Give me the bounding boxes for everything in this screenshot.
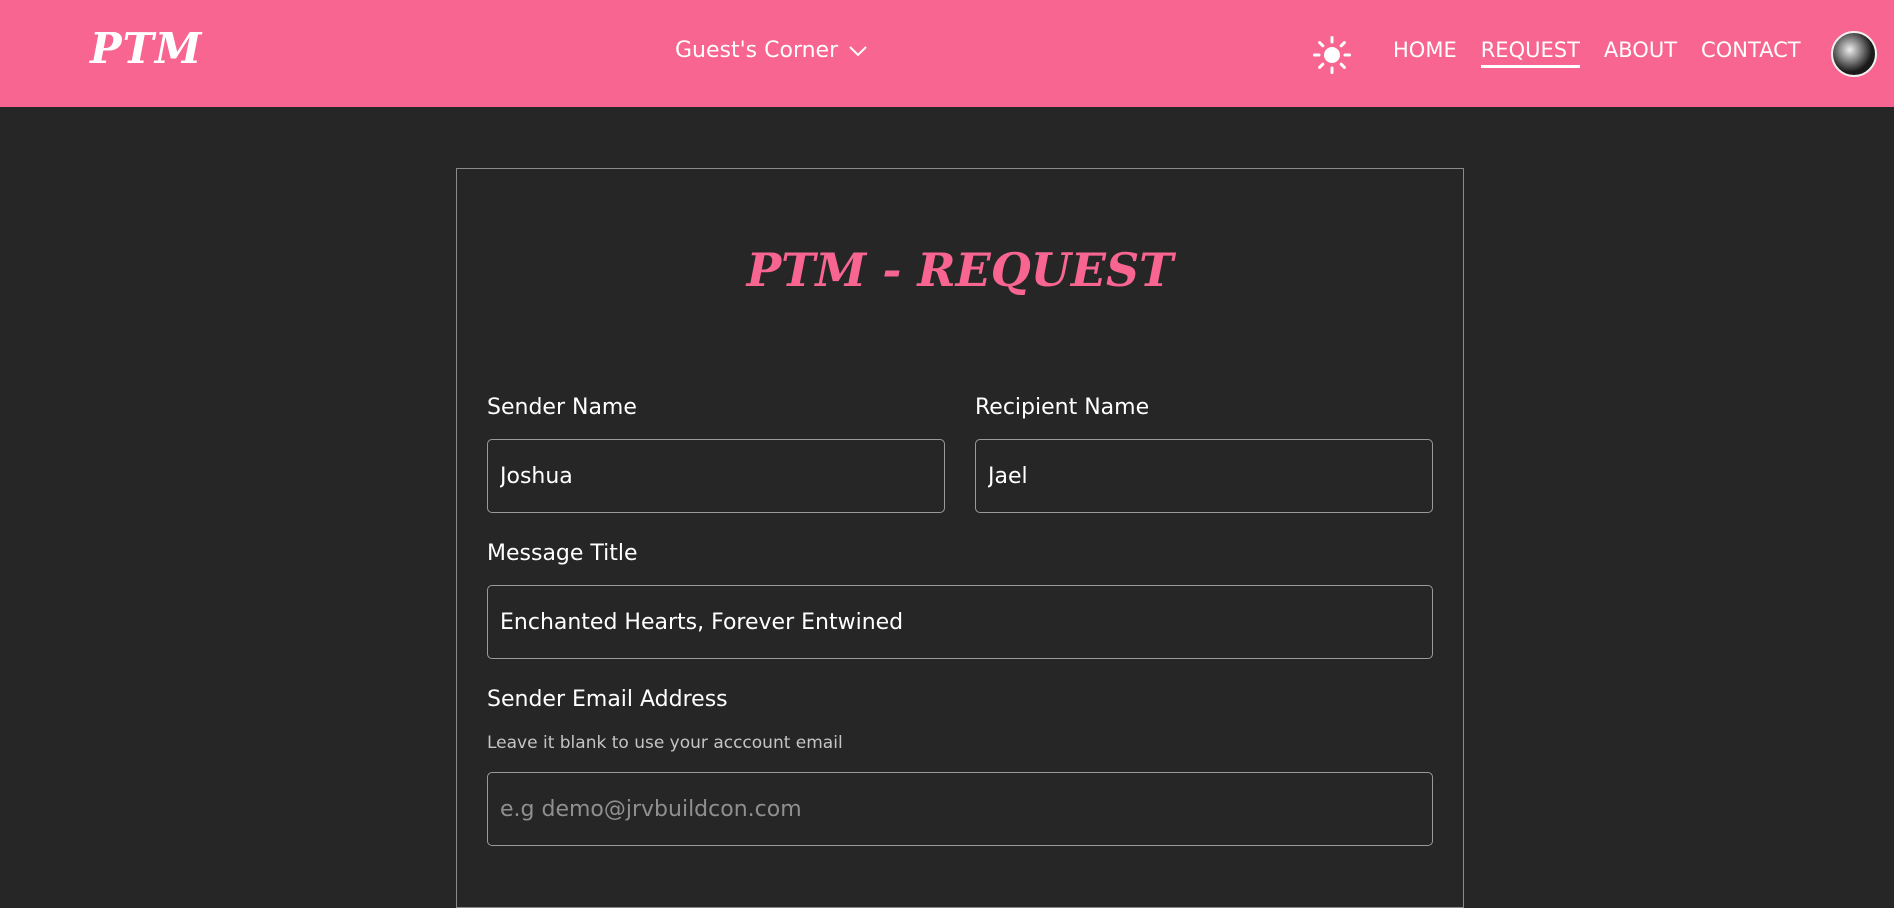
navbar: PTM Guest's Corner HOME REQUEST ABOUT CO… xyxy=(0,0,1894,107)
sender-email-input[interactable] xyxy=(487,772,1433,846)
sender-name-input[interactable] xyxy=(487,439,945,513)
sender-email-hint: Leave it blank to use your acccount emai… xyxy=(487,733,843,753)
page-title: PTM - REQUEST xyxy=(746,243,1174,297)
nav-about-link[interactable]: ABOUT xyxy=(1604,38,1677,68)
sender-name-label: Sender Name xyxy=(487,395,637,420)
nav-contact-link[interactable]: CONTACT xyxy=(1701,38,1801,68)
recipient-name-label: Recipient Name xyxy=(975,395,1150,420)
request-form-card: PTM - REQUEST Sender Name Recipient Name… xyxy=(456,168,1464,908)
guests-corner-dropdown[interactable]: Guest's Corner xyxy=(675,38,868,63)
message-title-label: Message Title xyxy=(487,541,638,566)
nav-request-link[interactable]: REQUEST xyxy=(1480,38,1580,68)
sender-email-label: Sender Email Address xyxy=(487,687,728,712)
main-nav: HOME REQUEST ABOUT CONTACT xyxy=(1393,38,1801,68)
recipient-name-input[interactable] xyxy=(975,439,1433,513)
dropdown-label: Guest's Corner xyxy=(675,38,839,63)
brand-logo[interactable]: PTM xyxy=(90,24,202,73)
chevron-down-icon xyxy=(849,45,867,56)
message-title-input[interactable] xyxy=(487,585,1433,659)
nav-home-link[interactable]: HOME xyxy=(1393,38,1457,68)
sun-icon[interactable] xyxy=(1313,36,1351,74)
avatar[interactable] xyxy=(1831,31,1877,77)
